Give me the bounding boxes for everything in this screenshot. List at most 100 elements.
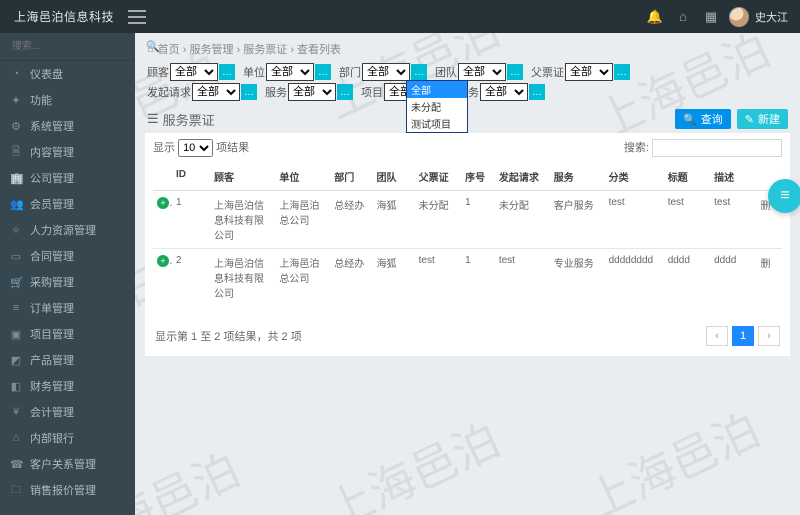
filter-label: 发起请求 <box>147 84 191 100</box>
breadcrumb-item[interactable]: 首页 <box>158 44 180 56</box>
home-icon[interactable]: ⌂ <box>669 9 697 24</box>
cell-tail[interactable]: 删 <box>757 249 782 307</box>
column-header[interactable]: 部门 <box>330 163 372 191</box>
column-header[interactable]: 序号 <box>461 163 495 191</box>
filter-label: 部门 <box>339 64 361 80</box>
sidebar-item[interactable]: 🗀销售报价管理 <box>0 477 135 503</box>
breadcrumb-item[interactable]: 服务票证 <box>243 44 287 56</box>
sidebar-item[interactable]: ☎客户关系管理 <box>0 451 135 477</box>
sidebar-item[interactable]: ▭合同管理 <box>0 243 135 269</box>
row-expand-icon[interactable]: + <box>157 197 169 209</box>
project-dropdown-popup[interactable]: 全部未分配测试项目 <box>406 80 468 133</box>
column-header[interactable]: 单位 <box>275 163 330 191</box>
filter-select-任务[interactable]: 全部 <box>480 83 528 101</box>
filter-mini-button[interactable]: … <box>411 64 427 80</box>
sidebar-item[interactable]: 🛒采购管理 <box>0 269 135 295</box>
column-header[interactable]: 发起请求 <box>495 163 550 191</box>
query-button[interactable]: 🔍 查询 <box>675 109 731 129</box>
filter-select-单位[interactable]: 全部 <box>266 63 314 81</box>
sidebar-item[interactable]: ◩产品管理 <box>0 347 135 373</box>
filter-mini-button[interactable]: … <box>337 84 353 100</box>
cell-req: 未分配 <box>495 191 550 249</box>
breadcrumb-item[interactable]: 查看列表 <box>297 44 341 56</box>
filter-select-服务[interactable]: 全部 <box>288 83 336 101</box>
project-option[interactable]: 全部 <box>407 81 467 98</box>
sidebar-item-label: 订单管理 <box>30 300 74 316</box>
column-header[interactable]: ID <box>172 163 195 191</box>
breadcrumb-home-icon[interactable]: ⌂ <box>147 43 154 55</box>
sidebar-item[interactable]: 👥会员管理 <box>0 191 135 217</box>
brand-title: 上海邑泊信息科技 <box>0 8 128 25</box>
horizontal-scrollbar[interactable] <box>153 306 782 318</box>
cell-customer: 上海邑泊信息科技有限公司 <box>210 191 275 249</box>
sidebar-item-icon: ▭ <box>10 250 22 263</box>
filter-select-父票证[interactable]: 全部 <box>565 63 613 81</box>
filter-select-发起请求[interactable]: 全部 <box>192 83 240 101</box>
sidebar-item[interactable]: ◧财务管理 <box>0 373 135 399</box>
bell-icon[interactable]: 🔔 <box>641 9 669 25</box>
filter-mini-button[interactable]: … <box>529 84 545 100</box>
sidebar-item[interactable]: ⚙系统管理 <box>0 113 135 139</box>
column-header[interactable]: 分类 <box>605 163 664 191</box>
cell-desc: dddd <box>710 249 756 307</box>
calendar-icon[interactable]: ▦ <box>697 9 725 25</box>
column-header[interactable]: 标题 <box>664 163 710 191</box>
user-menu[interactable]: 史大江 <box>725 7 800 27</box>
filter-mini-button[interactable]: … <box>241 84 257 100</box>
filter-select-团队[interactable]: 全部 <box>458 63 506 81</box>
column-header[interactable]: 顾客 <box>210 163 275 191</box>
filter-mini-button[interactable]: … <box>219 64 235 80</box>
pager-prev[interactable]: ‹ <box>706 326 728 346</box>
project-option[interactable]: 未分配 <box>407 98 467 115</box>
cell-id: 2 <box>172 249 195 307</box>
table-search-input[interactable] <box>652 139 782 157</box>
filter-mini-button[interactable]: … <box>507 64 523 80</box>
pager: ‹ 1 › <box>706 326 780 346</box>
sidebar-item[interactable]: 🗎内容管理 <box>0 139 135 165</box>
page-size-label-post: 项结果 <box>216 142 249 154</box>
column-header[interactable]: 服务 <box>550 163 605 191</box>
table-footer-info: 显示第 1 至 2 项结果，共 2 项 <box>155 328 302 344</box>
filter-label: 项目 <box>361 84 383 100</box>
floating-action-button[interactable]: ≡ <box>768 179 800 213</box>
sidebar-item[interactable]: 🏢公司管理 <box>0 165 135 191</box>
project-option[interactable]: 测试项目 <box>407 115 467 132</box>
column-header[interactable]: 父票证 <box>415 163 461 191</box>
cell-desc: test <box>710 191 756 249</box>
filter-mini-button[interactable]: … <box>315 64 331 80</box>
column-header[interactable] <box>195 163 210 191</box>
sidebar-item-icon: ✦ <box>10 94 22 107</box>
sidebar-item[interactable]: ◔仪表盘 <box>0 61 135 87</box>
column-header[interactable]: 团队 <box>372 163 414 191</box>
filter-mini-button[interactable]: … <box>614 64 630 80</box>
new-button[interactable]: ✎ 新建 <box>737 109 788 129</box>
filter-label: 父票证 <box>531 64 564 80</box>
pager-next[interactable]: › <box>758 326 780 346</box>
pager-page-1[interactable]: 1 <box>732 326 754 346</box>
cell-service: 客户服务 <box>550 191 605 249</box>
sidebar-item[interactable]: ⌂内部银行 <box>0 425 135 451</box>
sidebar-item[interactable]: ≡订单管理 <box>0 295 135 321</box>
cell-cat: dddddddd <box>605 249 664 307</box>
sidebar-search-input[interactable] <box>10 40 146 53</box>
sidebar-item[interactable]: ▣项目管理 <box>0 321 135 347</box>
sidebar-item[interactable]: ✧人力资源管理 <box>0 217 135 243</box>
sidebar-item[interactable]: ✦功能 <box>0 87 135 113</box>
cell-id: 1 <box>172 191 195 249</box>
filter-select-顾客[interactable]: 全部 <box>170 63 218 81</box>
sidebar-item-label: 内容管理 <box>30 144 74 160</box>
sidebar-item-icon: 🛒 <box>10 276 22 289</box>
column-header[interactable] <box>153 163 172 191</box>
cell-title: test <box>664 191 710 249</box>
filter-select-部门[interactable]: 全部 <box>362 63 410 81</box>
sidebar-item[interactable]: ¥会计管理 <box>0 399 135 425</box>
cell-title: dddd <box>664 249 710 307</box>
column-header[interactable]: 描述 <box>710 163 756 191</box>
page-size-select[interactable]: 10 <box>178 139 213 157</box>
row-expand-icon[interactable]: + <box>157 255 169 267</box>
cell-cat: test <box>605 191 664 249</box>
menu-toggle-icon[interactable] <box>128 10 146 24</box>
breadcrumb-item[interactable]: 服务管理 <box>189 44 233 56</box>
cell-req: test <box>495 249 550 307</box>
sidebar-search[interactable]: 🔍 <box>0 33 135 61</box>
